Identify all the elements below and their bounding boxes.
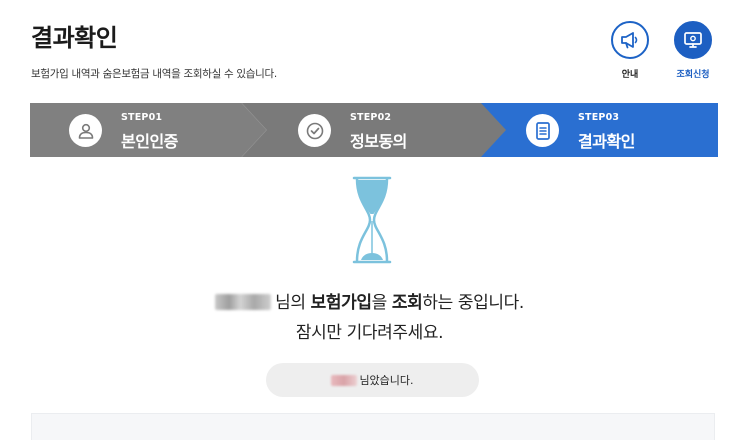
step-2-number: STEP02 (350, 112, 392, 123)
inquiry-request-button[interactable]: 조회신청 (671, 21, 715, 80)
step-3-label: 결과확인 (578, 132, 635, 151)
bold-inquiry: 조회 (391, 293, 423, 313)
notice-pill: 님았습니다. (266, 363, 479, 397)
inquiry-request-label: 조회신청 (676, 70, 710, 80)
status-message-line-1: 님의 보험가입을 조회하는 중입니다. (0, 288, 739, 313)
step-3-result-check: STEP03 결과확인 (487, 103, 718, 157)
hourglass-icon (346, 174, 398, 270)
guide-button[interactable]: 안내 (610, 21, 650, 80)
result-panel (31, 413, 715, 440)
step-1-label: 본인인증 (121, 132, 178, 151)
status-message-line-2: 잠시만 기다려주세요. (295, 323, 444, 343)
redacted-pill-name (331, 374, 358, 386)
step-3-number: STEP03 (578, 112, 620, 123)
guide-button-label: 안내 (621, 70, 639, 80)
name-suffix-text: 님의 (275, 293, 306, 313)
page-description: 보험가입 내역과 숨은보험금 내역을 조회하실 수 있습니다. (31, 68, 277, 80)
document-icon (526, 114, 559, 147)
check-circle-icon (298, 114, 331, 147)
status-text-2: 하는 중입니다. (422, 293, 524, 313)
step-2-information-consent: STEP02 정보동의 (259, 103, 489, 157)
page-title: 결과확인 (31, 24, 118, 52)
notice-pill-text: 님았습니다. (359, 374, 414, 387)
monitor-icon (674, 21, 712, 59)
step-1-number: STEP01 (121, 112, 163, 123)
megaphone-icon (611, 21, 649, 59)
bold-insurance-subscription: 보험가입 (310, 293, 372, 313)
step-progress-bar: STEP01 본인인증 STEP02 정보동의 STEP03 결과확인 (30, 103, 718, 157)
step-2-label: 정보동의 (350, 132, 407, 151)
redacted-user-name (215, 294, 272, 310)
user-icon (69, 114, 102, 147)
step-1-identity-verification: STEP01 본인인증 (30, 103, 260, 157)
status-text-1: 을 (371, 293, 388, 313)
